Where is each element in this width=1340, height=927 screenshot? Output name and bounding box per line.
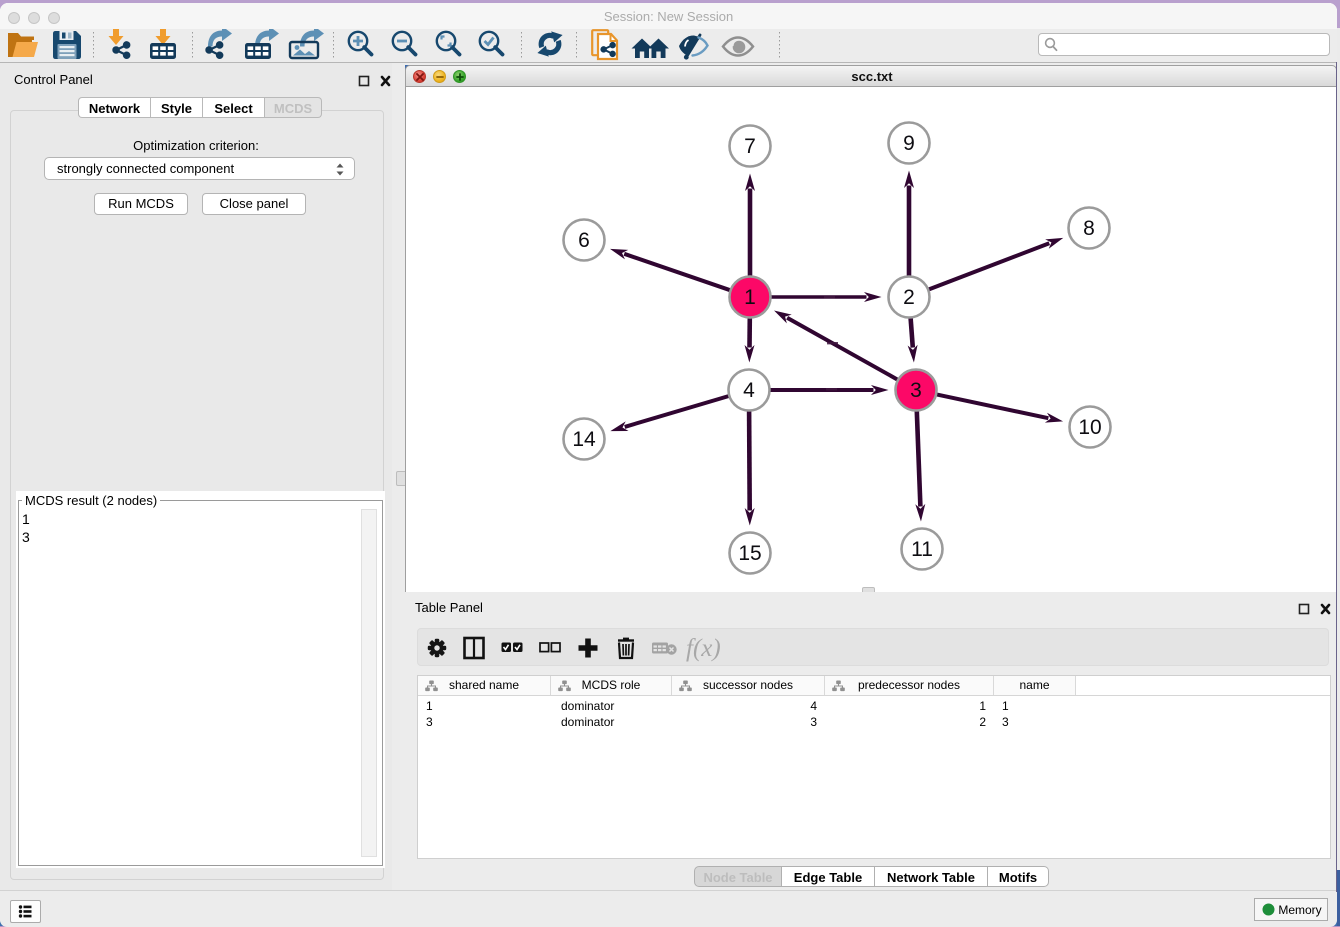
svg-text:3: 3 <box>910 379 922 402</box>
svg-text:4: 4 <box>743 379 755 402</box>
svg-text:f(x): f(x) <box>686 635 721 662</box>
svg-text:6: 6 <box>578 229 590 252</box>
svg-text:7: 7 <box>744 135 756 158</box>
svg-text:11: 11 <box>911 538 933 561</box>
svg-text:15: 15 <box>738 542 761 565</box>
svg-text:2: 2 <box>903 286 915 309</box>
svg-text:1: 1 <box>744 286 756 309</box>
svg-text:9: 9 <box>903 132 915 155</box>
svg-text:10: 10 <box>1078 416 1101 439</box>
svg-text:14: 14 <box>572 428 596 451</box>
svg-text:8: 8 <box>1083 217 1095 240</box>
